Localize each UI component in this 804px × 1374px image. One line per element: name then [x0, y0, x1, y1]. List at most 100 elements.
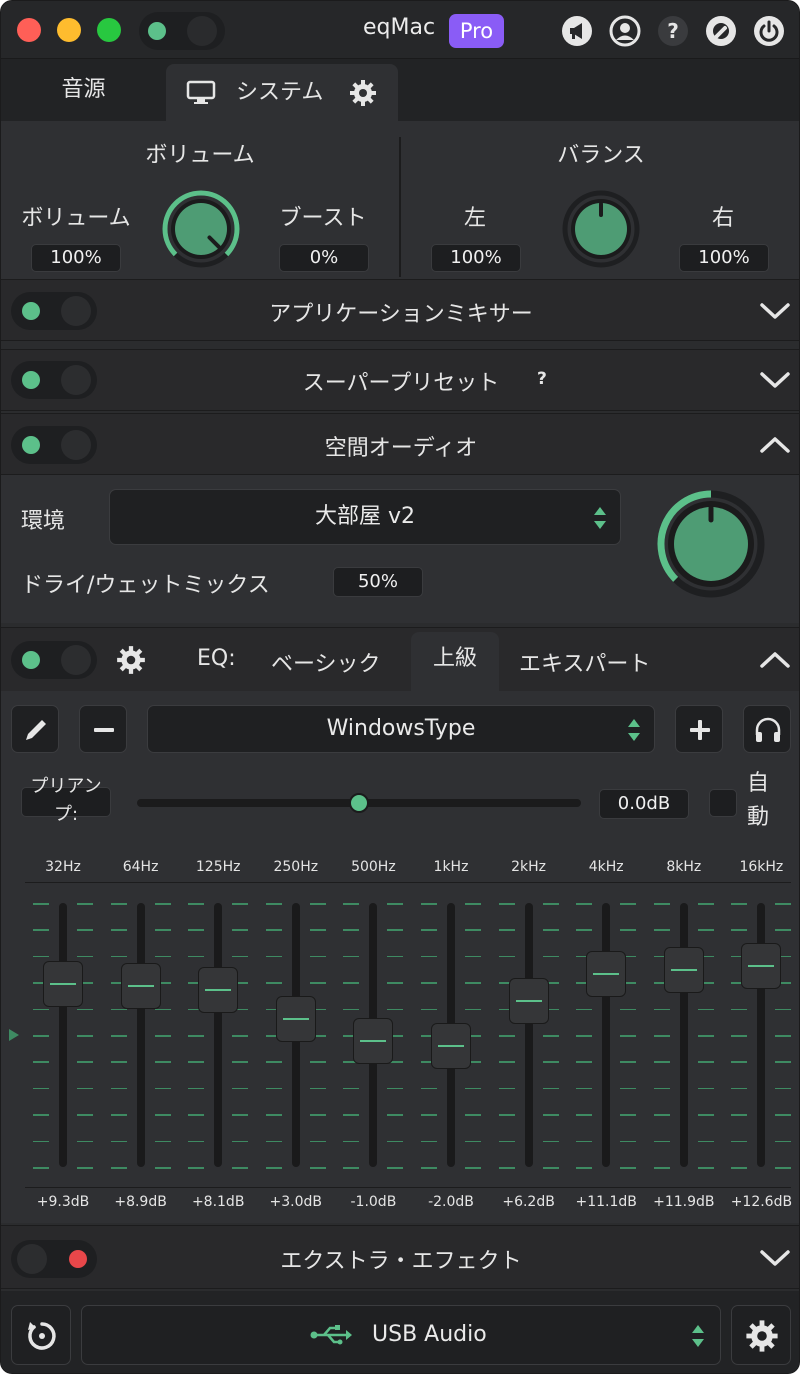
eq-band-gain: -2.0dB [428, 1194, 474, 1210]
eq-band-thumb[interactable] [120, 963, 161, 1010]
eq-grid-mark [576, 1035, 593, 1037]
eq-band-thumb[interactable] [741, 942, 782, 989]
volume-value-field[interactable]: 100% [31, 244, 121, 272]
dry-wet-value-field[interactable]: 50% [333, 567, 423, 597]
eq-grid-mark [77, 1140, 93, 1143]
eq-grid-mark [188, 1140, 205, 1143]
preamp-slider-track[interactable] [137, 793, 581, 813]
eq-grid-mark [77, 1008, 93, 1011]
eq-mode-advanced[interactable]: 上級 [411, 632, 499, 692]
power-icon[interactable] [753, 15, 785, 47]
eq-band-thumb-line [748, 964, 775, 967]
tab-source[interactable]: 音源 [1, 59, 166, 121]
eq-band-thumb[interactable] [353, 1017, 394, 1064]
chevron-down-icon[interactable] [759, 369, 791, 391]
help-icon[interactable]: ? [657, 15, 689, 47]
eq-grid-mark [110, 1167, 127, 1169]
volume-knob[interactable] [161, 189, 241, 269]
preamp-value-field[interactable]: 0.0dB [599, 789, 689, 819]
preamp-slider-thumb[interactable] [349, 793, 369, 813]
usb-icon [310, 1325, 352, 1345]
super-preset-section[interactable]: スーパープリセット ? [1, 349, 799, 411]
eq-mode-basic[interactable]: ベーシック [271, 646, 381, 678]
eq-grid-mark [309, 1167, 326, 1169]
eq-grid-mark [421, 1140, 437, 1143]
eq-band-track[interactable] [214, 903, 223, 1167]
boost-value-field[interactable]: 0% [279, 244, 369, 272]
chevron-up-icon[interactable] [759, 434, 791, 456]
edit-preset-button[interactable] [11, 705, 59, 753]
settings-wrench-icon[interactable] [705, 15, 737, 47]
chevron-up-icon[interactable] [759, 649, 791, 671]
environment-select[interactable]: 大部屋 v2 [109, 489, 621, 545]
app-title: eqMac [363, 15, 436, 40]
eq-band-thumb[interactable] [43, 960, 83, 1007]
gear-icon[interactable] [348, 78, 378, 108]
eq-grid-mark [33, 1114, 49, 1116]
eq-band-track[interactable] [136, 903, 145, 1167]
eq-label: EQ: [197, 646, 236, 671]
extra-effects-section[interactable]: エクストラ・エフェクト [1, 1225, 799, 1289]
eq-grid-mark [775, 929, 792, 931]
eq-preset-select[interactable]: WindowsType [147, 705, 655, 753]
super-preset-help[interactable]: ? [537, 369, 547, 389]
user-icon[interactable] [609, 15, 641, 47]
eq-band-thumb[interactable] [663, 946, 704, 993]
eq-grid-mark [265, 929, 282, 931]
tab-system[interactable]: システム [166, 64, 398, 121]
delete-preset-button[interactable] [79, 705, 127, 753]
balance-left-label: 左 [463, 206, 486, 231]
megaphone-icon[interactable] [561, 15, 593, 47]
eq-band-track[interactable] [59, 903, 67, 1167]
eq-grid-mark [154, 1035, 171, 1037]
reset-icon [28, 1322, 56, 1350]
eq-grid-mark [465, 929, 481, 931]
eq-band-thumb[interactable] [431, 1023, 471, 1069]
eq-toggle[interactable] [11, 641, 97, 679]
eq-grid-mark [620, 903, 637, 905]
eq-band-thumb[interactable] [586, 950, 627, 997]
eq-band-frequency: 500Hz [351, 859, 396, 875]
output-device-select[interactable]: USB Audio [81, 1305, 721, 1365]
balance-left-value[interactable]: 100% [431, 244, 521, 272]
eq-grid-mark [620, 1087, 637, 1090]
eq-band-track[interactable] [602, 903, 611, 1167]
spatial-audio-header[interactable]: 空間オーディオ [1, 413, 799, 475]
device-settings-button[interactable] [731, 1305, 791, 1365]
close-window-button[interactable] [17, 18, 41, 42]
balance-right-value[interactable]: 100% [679, 244, 769, 272]
eq-band-gain: +6.2dB [502, 1194, 555, 1210]
chevron-down-icon[interactable] [759, 1247, 791, 1269]
dry-wet-knob[interactable] [656, 489, 766, 599]
eq-grid-mark [421, 955, 437, 958]
auto-checkbox[interactable] [709, 789, 737, 817]
app-mixer-section[interactable]: アプリケーションミキサー [1, 279, 799, 341]
eq-grid-mark [188, 1035, 205, 1037]
eq-grid-mark [309, 903, 326, 905]
eq-grid-mark [154, 903, 171, 905]
chevron-down-icon[interactable] [759, 300, 791, 322]
super-preset-toggle[interactable] [11, 361, 97, 399]
eq-grid-mark [421, 903, 437, 905]
balance-knob[interactable] [561, 189, 641, 269]
add-preset-button[interactable] [675, 705, 723, 753]
eq-grid-mark [421, 929, 437, 931]
eq-band-thumb-line [515, 999, 542, 1002]
eq-grid-mark [697, 1140, 714, 1143]
eq-band-thumb[interactable] [508, 977, 549, 1024]
master-toggle[interactable] [139, 12, 225, 50]
eq-grid-mark [576, 1167, 593, 1169]
eq-grid-mark [387, 982, 404, 984]
eq-grid-mark [110, 1035, 127, 1037]
eq-settings-gear-icon[interactable] [115, 644, 147, 676]
minimize-window-button[interactable] [57, 18, 81, 42]
eq-mode-expert[interactable]: エキスパート [519, 646, 650, 678]
zoom-window-button[interactable] [97, 18, 121, 42]
eq-grid-mark [188, 903, 205, 905]
eq-band-track[interactable] [524, 903, 533, 1167]
headphones-button[interactable] [743, 705, 791, 753]
eq-band-track[interactable] [679, 903, 688, 1167]
reset-button[interactable] [11, 1305, 71, 1365]
eq-band-thumb[interactable] [198, 967, 239, 1014]
eq-band-thumb[interactable] [275, 995, 316, 1042]
